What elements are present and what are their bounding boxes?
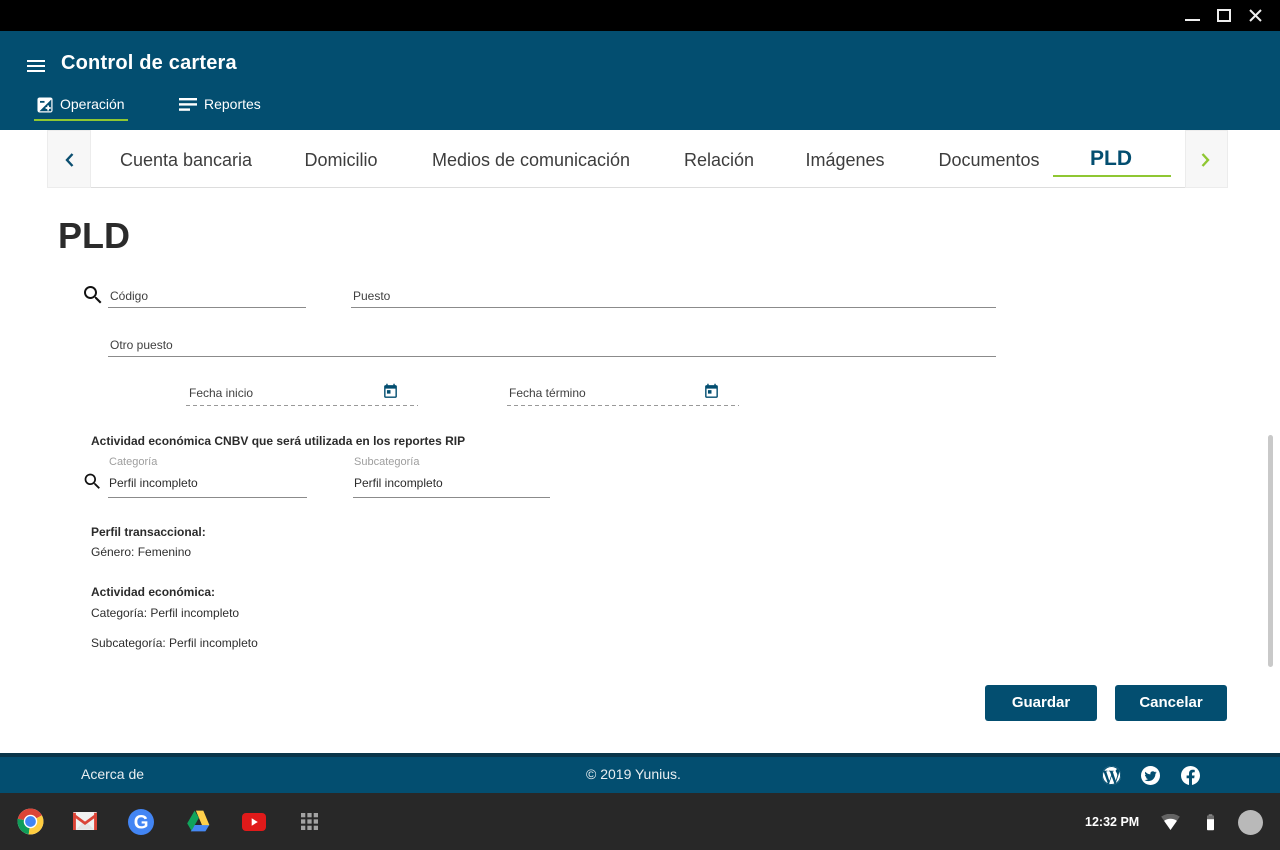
svg-text:G: G: [134, 813, 149, 834]
